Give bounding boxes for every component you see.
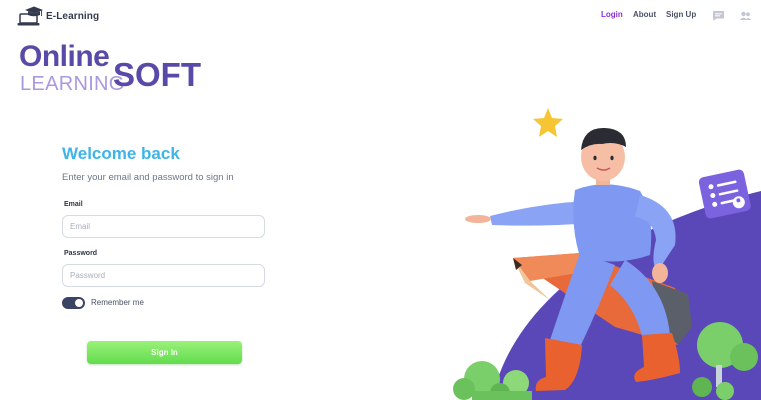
star-icon [533, 108, 563, 137]
nav-login[interactable]: Login [601, 10, 623, 19]
graduation-laptop-icon [17, 5, 43, 27]
nav-about[interactable]: About [633, 10, 656, 19]
nav-sign-up[interactable]: Sign Up [666, 10, 696, 19]
remember-me-label: Remember me [91, 298, 144, 307]
logo[interactable]: E-Learning [17, 5, 99, 27]
toggle-knob [75, 299, 83, 307]
brand-title-learning: LEARNING [20, 73, 125, 95]
email-field[interactable] [62, 215, 265, 238]
remember-me-toggle[interactable] [62, 297, 85, 309]
top-navbar: E-Learning Login About Sign Up [0, 0, 761, 32]
password-label: Password [64, 250, 98, 257]
password-field[interactable] [62, 264, 265, 287]
users-icon[interactable] [739, 9, 752, 21]
hero-illustration [430, 95, 761, 400]
sign-in-button[interactable]: Sign In [87, 341, 242, 364]
brand-title-soft: SOFT [113, 56, 201, 93]
email-label: Email [64, 201, 83, 208]
form-title: Welcome back [62, 144, 180, 163]
logo-text: E-Learning [46, 10, 100, 22]
form-subtitle: Enter your email and password to sign in [62, 172, 234, 183]
brand-title-online: Online [19, 40, 110, 73]
chat-icon[interactable] [712, 9, 725, 21]
